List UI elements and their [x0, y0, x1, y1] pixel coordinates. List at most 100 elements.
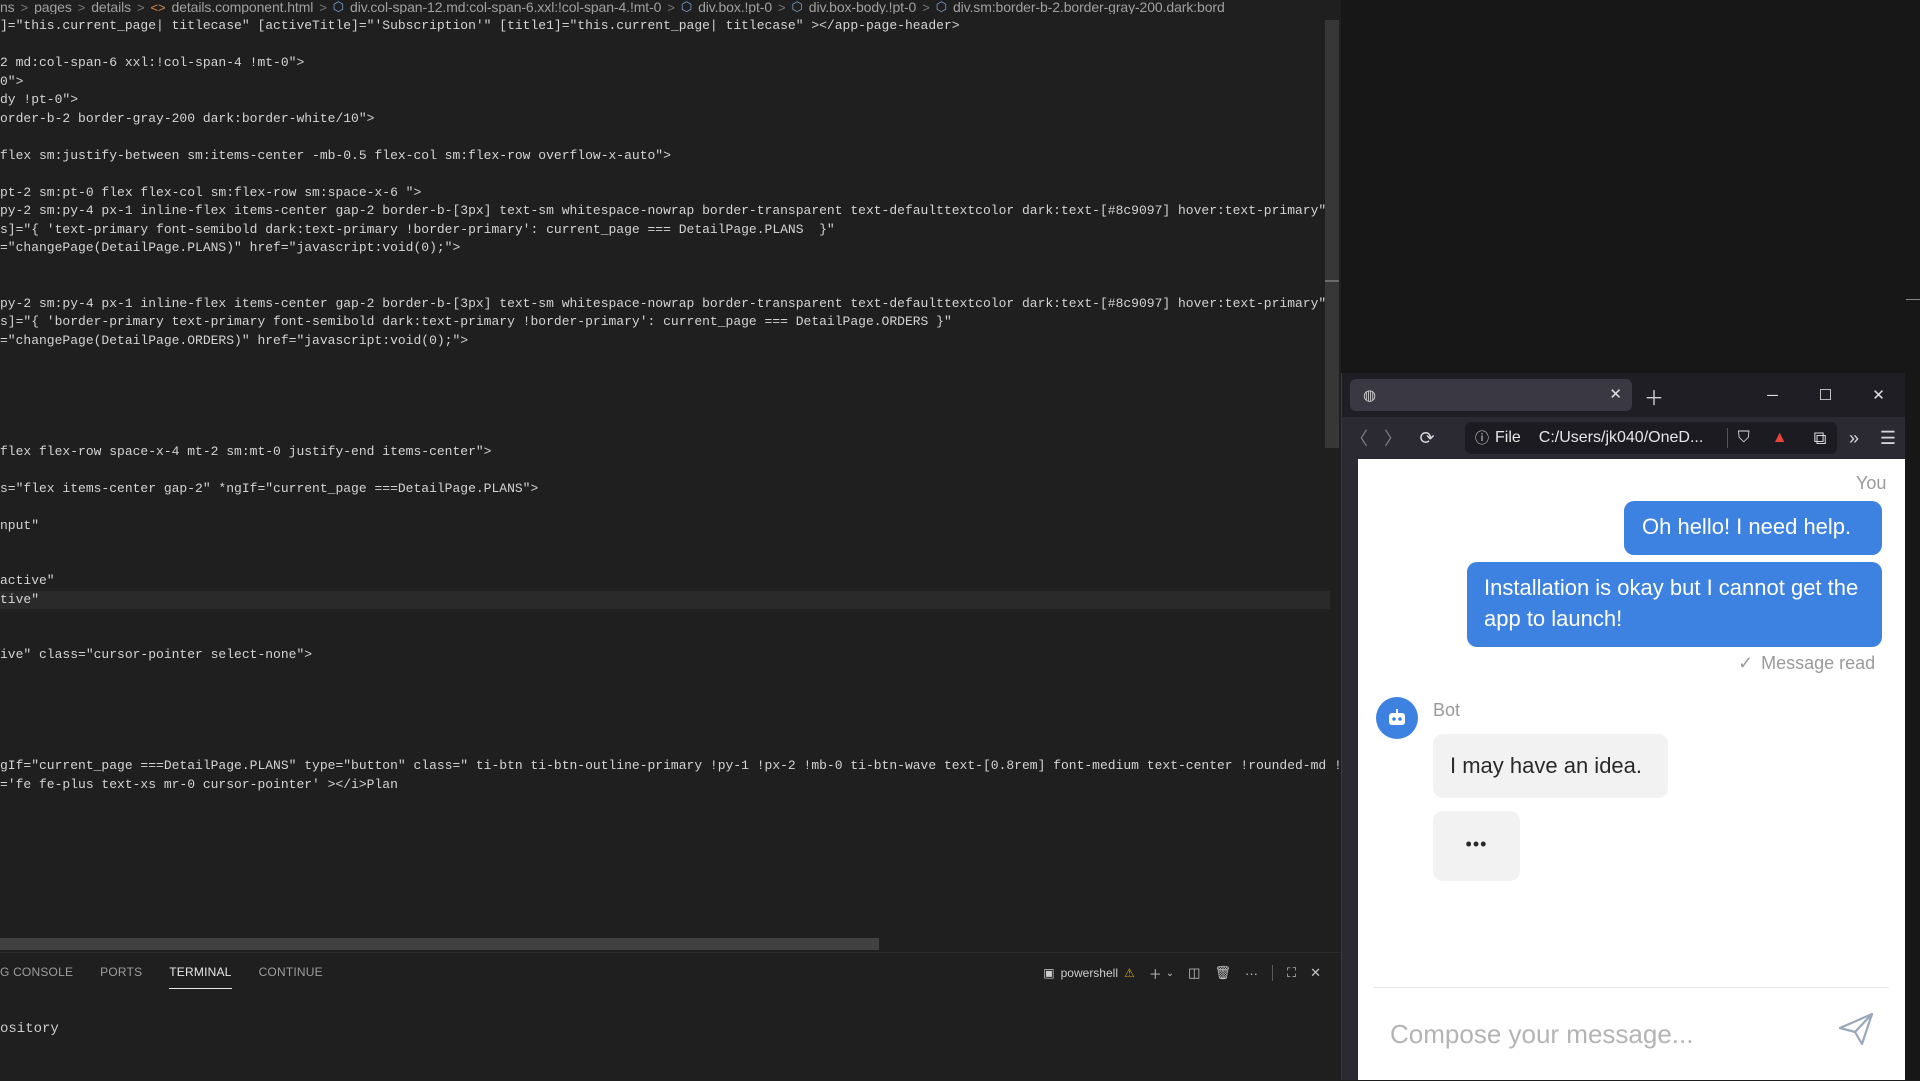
- code-line[interactable]: [0, 350, 1330, 369]
- code-line[interactable]: nput": [0, 517, 1330, 536]
- user-label: You: [1856, 473, 1887, 493]
- editor-vertical-scrollbar[interactable]: [1325, 20, 1339, 448]
- minimize-icon[interactable]: ─: [1746, 373, 1799, 417]
- code-line[interactable]: [0, 702, 1330, 721]
- divider: [1726, 428, 1728, 448]
- window-controls: ─ ☐ ✕: [1746, 373, 1905, 417]
- trash-icon[interactable]: 🗑︎: [1214, 965, 1231, 981]
- code-line[interactable]: tive": [0, 590, 1330, 609]
- code-line[interactable]: [0, 406, 1330, 425]
- breadcrumb-item[interactable]: details: [91, 0, 131, 14]
- code-line[interactable]: [0, 387, 1330, 406]
- close-panel-icon[interactable]: ✕: [1310, 965, 1321, 981]
- code-line[interactable]: ive" class="cursor-pointer select-none">: [0, 646, 1330, 665]
- url-text[interactable]: C:/Users/jk040/OneD...: [1539, 429, 1717, 447]
- code-line[interactable]: [0, 276, 1330, 295]
- back-icon[interactable]: 〈: [1342, 425, 1376, 451]
- typing-indicator: •••: [1433, 811, 1520, 881]
- code-line[interactable]: ="changePage(DetailPage.ORDERS)" href="j…: [0, 332, 1330, 351]
- code-line[interactable]: ="changePage(DetailPage.PLANS)" href="ja…: [0, 239, 1330, 258]
- chevron-right-icon: >: [20, 0, 29, 14]
- code-line[interactable]: gIf="current_page ===DetailPage.PLANS" t…: [0, 757, 1341, 776]
- code-line[interactable]: [0, 683, 1330, 702]
- breadcrumb-item[interactable]: details.component.html: [172, 0, 314, 14]
- maximize-panel-icon[interactable]: ⛶: [1287, 965, 1296, 981]
- code-line[interactable]: [0, 498, 1330, 517]
- code-line[interactable]: 2 md:col-span-6 xxl:!col-span-4 !mt-0">: [0, 54, 1330, 73]
- code-line[interactable]: dy !pt-0">: [0, 91, 1330, 110]
- browser-tab[interactable]: ◍ ✕: [1350, 379, 1632, 411]
- code-line[interactable]: 0">: [0, 73, 1330, 92]
- tab-continue[interactable]: CONTINUE: [259, 965, 323, 989]
- desktop-background: [1904, 373, 1920, 1080]
- breadcrumb-item[interactable]: pages: [34, 0, 72, 14]
- code-line[interactable]: pt-2 sm:pt-0 flex flex-col sm:flex-row s…: [0, 184, 1330, 203]
- code-line[interactable]: [0, 609, 1330, 628]
- breadcrumb-item[interactable]: ns: [0, 0, 15, 14]
- send-icon[interactable]: [1836, 1009, 1876, 1049]
- breadcrumb-item[interactable]: div.box.!pt-0: [698, 0, 772, 14]
- close-tab-icon[interactable]: ✕: [1609, 385, 1622, 403]
- code-line[interactable]: [0, 424, 1330, 443]
- menu-icon[interactable]: ☰: [1871, 428, 1905, 449]
- new-terminal-icon[interactable]: ＋: [1149, 964, 1162, 983]
- editor-horizontal-scrollbar[interactable]: [0, 938, 879, 950]
- extensions-icon[interactable]: ⧉: [1803, 428, 1837, 449]
- user-message: Installation is okay but I cannot get th…: [1467, 562, 1882, 647]
- code-line[interactable]: active": [0, 572, 1330, 591]
- panel-tabs: G CONSOLE PORTS TERMINAL CONTINUE: [0, 965, 323, 989]
- forward-icon[interactable]: 〉: [1376, 425, 1410, 451]
- code-line[interactable]: py-2 sm:py-4 px-1 inline-flex items-cent…: [0, 295, 1330, 314]
- split-terminal-icon[interactable]: ◫: [1188, 965, 1200, 981]
- code-line[interactable]: [0, 665, 1330, 684]
- tab-terminal[interactable]: TERMINAL: [169, 965, 232, 989]
- code-line[interactable]: [0, 739, 1330, 758]
- rewards-triangle-icon[interactable]: ▲: [1772, 429, 1788, 447]
- code-line[interactable]: [0, 258, 1330, 277]
- code-line[interactable]: [0, 628, 1330, 647]
- chevron-down-icon[interactable]: ⌄: [1166, 968, 1174, 979]
- chevron-right-icon: >: [667, 0, 675, 14]
- code-line[interactable]: ]="this.current_page| titlecase" [active…: [0, 17, 1330, 36]
- tab-debug-console[interactable]: G CONSOLE: [0, 965, 73, 989]
- maximize-icon[interactable]: ☐: [1799, 373, 1852, 417]
- code-line[interactable]: s]="{ 'border-primary text-primary font-…: [0, 313, 1330, 332]
- breadcrumb-item[interactable]: div.box-body.!pt-0: [809, 0, 917, 14]
- code-line[interactable]: [0, 535, 1330, 554]
- code-line[interactable]: [0, 36, 1330, 55]
- code-line[interactable]: ='fe fe-plus text-xs mr-0 cursor-pointer…: [0, 776, 1330, 795]
- user-message: Oh hello! I need help.: [1624, 501, 1882, 555]
- code-line[interactable]: flex flex-row space-x-4 mt-2 sm:mt-0 jus…: [0, 443, 1330, 462]
- code-editor[interactable]: ns > pages > details > <> details.compon…: [0, 0, 1341, 952]
- compose-input[interactable]: [1388, 1011, 1832, 1057]
- code-line[interactable]: [0, 720, 1330, 739]
- code-line[interactable]: order-b-2 border-gray-200 dark:border-wh…: [0, 110, 1330, 129]
- more-icon[interactable]: ···: [1245, 966, 1258, 981]
- terminal-selector[interactable]: ▣ powershell ⚠: [1043, 966, 1134, 980]
- code-line[interactable]: [0, 128, 1330, 147]
- info-icon[interactable]: ⓘ: [1475, 428, 1489, 448]
- breadcrumb-item[interactable]: div.col-span-12.md:col-span-6.xxl:!col-s…: [350, 0, 661, 14]
- code-line[interactable]: py-2 sm:py-4 px-1 inline-flex items-cent…: [0, 202, 1330, 221]
- code-area[interactable]: ]="this.current_page| titlecase" [active…: [0, 17, 1341, 795]
- code-line[interactable]: [0, 554, 1330, 573]
- code-line[interactable]: [0, 369, 1330, 388]
- overflow-chevron-icon[interactable]: »: [1837, 428, 1871, 449]
- close-window-icon[interactable]: ✕: [1852, 373, 1905, 417]
- code-line[interactable]: flex sm:justify-between sm:items-center …: [0, 147, 1330, 166]
- address-bar[interactable]: ⓘ File C:/Users/jk040/OneD... ⛉ ▲: [1465, 422, 1837, 454]
- shield-icon[interactable]: ⛉: [1738, 429, 1750, 447]
- code-line[interactable]: [0, 461, 1330, 480]
- terminal-icon: ▣: [1043, 966, 1055, 980]
- new-tab-icon[interactable]: ＋: [1644, 382, 1664, 411]
- code-line[interactable]: s]="{ 'text-primary font-semibold dark:t…: [0, 221, 1330, 240]
- chat-page: You Oh hello! I need help. Installation …: [1358, 459, 1905, 1080]
- reload-icon[interactable]: ⟳: [1410, 428, 1444, 449]
- breadcrumb-item[interactable]: div.sm:border-b-2.border-gray-200.dark:b…: [953, 0, 1225, 14]
- warning-icon[interactable]: ⚠: [1124, 966, 1135, 980]
- chevron-right-icon: >: [922, 0, 930, 14]
- code-line[interactable]: [0, 165, 1330, 184]
- code-line[interactable]: s="flex items-center gap-2" *ngIf="curre…: [0, 480, 1330, 499]
- tab-ports[interactable]: PORTS: [100, 965, 142, 989]
- terminal-output[interactable]: ository: [0, 1021, 59, 1037]
